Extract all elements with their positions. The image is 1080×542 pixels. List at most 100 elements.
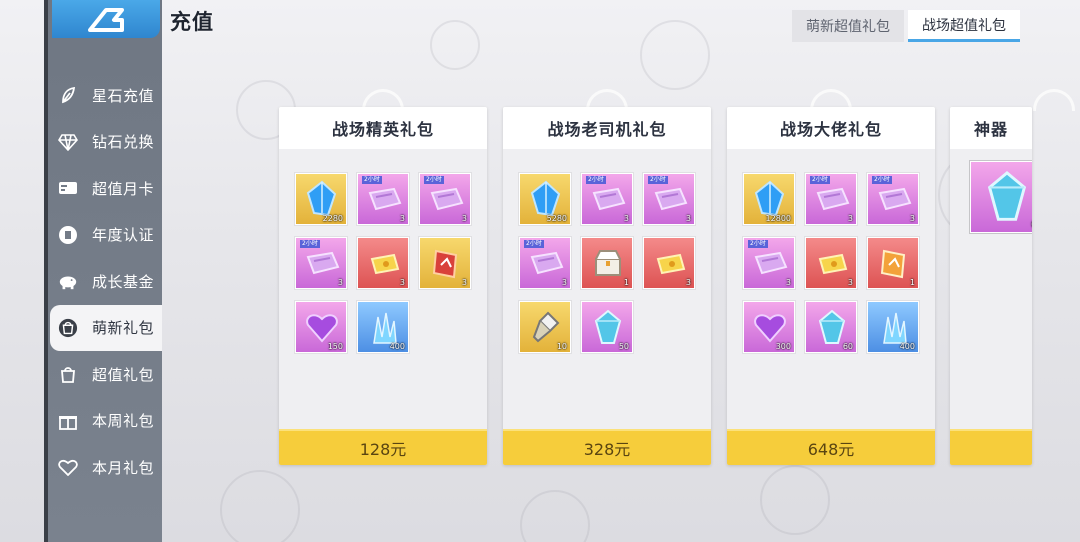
pack-items: 12806 [950, 149, 1032, 429]
item-quantity: 1 [623, 278, 629, 287]
item-quantity: 3 [685, 278, 691, 287]
back-button[interactable] [52, 0, 160, 38]
sidebar-item-growth-fund[interactable]: 成长基金 [50, 258, 162, 305]
sidebar-item-annual-cert[interactable]: 年度认证 [50, 212, 162, 259]
pack-items: 2280 2小时 3 2小时 3 2小时 3 3 3 150 400 [279, 149, 487, 429]
reward-item[interactable]: 1 [581, 237, 633, 289]
sidebar-nav: 星石充值 钻石兑换 超值月卡 年度认证 成长基金 萌新礼包 超值礼包 本周礼包 … [50, 72, 162, 491]
item-quantity: 400 [899, 342, 915, 351]
reward-item[interactable]: 60 [805, 301, 857, 353]
item-quantity: 60 [842, 342, 853, 351]
pack-tabs: 萌新超值礼包 战场超值礼包 [792, 10, 1020, 42]
sidebar-item-diamond-exchange[interactable]: 钻石兑换 [50, 119, 162, 166]
item-quantity: 10 [556, 342, 567, 351]
tab-battlefield-value-pack[interactable]: 战场超值礼包 [908, 10, 1020, 42]
badge-icon [58, 225, 78, 245]
pack-title: 战场精英礼包 [279, 107, 487, 149]
reward-item[interactable]: 400 [357, 301, 409, 353]
sidebar-edge [44, 0, 48, 542]
sidebar-item-value-pack[interactable]: 超值礼包 [50, 351, 162, 398]
sidebar-item-newbie-pack[interactable]: 萌新礼包 [50, 304, 162, 351]
heart-icon [58, 457, 78, 477]
item-quantity: 3 [399, 214, 405, 223]
duration-tag: 2小时 [524, 240, 544, 248]
sidebar-item-label: 超值月卡 [92, 179, 155, 198]
sidebar-item-label: 超值礼包 [92, 365, 155, 384]
reward-item[interactable]: 2小时 3 [519, 237, 571, 289]
item-quantity: 3 [685, 214, 691, 223]
card-icon [58, 178, 78, 198]
ticket-icon [364, 179, 404, 223]
reward-item[interactable]: 400 [867, 301, 919, 353]
bag-icon [58, 318, 78, 338]
ticket-icon [812, 179, 852, 223]
piggy-bank-icon [58, 271, 78, 291]
sidebar-item-monthly-pack[interactable]: 本月礼包 [50, 444, 162, 491]
item-quantity: 2280 [322, 214, 343, 223]
reward-item[interactable]: 3 [357, 237, 409, 289]
reward-item[interactable]: 3 [805, 237, 857, 289]
diamond-icon [58, 132, 78, 152]
sidebar-item-label: 萌新礼包 [92, 319, 155, 338]
sidebar-item-weekly-pack[interactable]: 本周礼包 [50, 398, 162, 445]
buy-button[interactable]: 328元 [503, 429, 711, 465]
duration-tag: 2小时 [424, 176, 444, 184]
reward-item[interactable]: 2小时 3 [743, 237, 795, 289]
item-quantity: 3 [399, 278, 405, 287]
item-quantity: 300 [775, 342, 791, 351]
reward-item[interactable]: 150 [295, 301, 347, 353]
reward-item[interactable]: 2280 [295, 173, 347, 225]
duration-tag: 2小时 [586, 176, 606, 184]
tab-newbie-value-pack[interactable]: 萌新超值礼包 [792, 10, 904, 42]
pack-card: 战场精英礼包 2280 2小时 3 2小时 3 2小时 3 3 3 150 400 128元 [279, 107, 487, 465]
reward-item[interactable]: 6 [970, 161, 1032, 233]
sidebar-item-star-stone[interactable]: 星石充值 [50, 72, 162, 119]
buy-button[interactable] [950, 429, 1032, 465]
reward-item[interactable]: 3 [419, 237, 471, 289]
sidebar-item-label: 成长基金 [92, 272, 155, 291]
duration-tag: 2小时 [648, 176, 668, 184]
reward-item[interactable]: 2小时 3 [295, 237, 347, 289]
reward-item[interactable]: 50 [581, 301, 633, 353]
item-quantity: 3 [785, 278, 791, 287]
pack-title: 战场老司机礼包 [503, 107, 711, 149]
reward-item[interactable]: 12800 [743, 173, 795, 225]
gold-card-icon [364, 243, 404, 287]
sidebar-item-label: 本周礼包 [92, 412, 155, 431]
item-quantity: 50 [618, 342, 629, 351]
reward-item[interactable]: 2小时 3 [805, 173, 857, 225]
item-quantity: 150 [327, 342, 343, 351]
reward-item[interactable]: 5280 [519, 173, 571, 225]
reward-item[interactable]: 300 [743, 301, 795, 353]
reward-item[interactable]: 2小时 3 [867, 173, 919, 225]
pack-card: 战场老司机礼包 5280 2小时 3 2小时 3 2小时 3 1 3 10 50 328元 [503, 107, 711, 465]
pack-card: 战场大佬礼包 12800 2小时 3 2小时 3 2小时 3 3 1 300 60 400 648元 [727, 107, 935, 465]
duration-tag: 2小时 [300, 240, 320, 248]
duration-tag: 2小时 [748, 240, 768, 248]
reward-item[interactable]: 10 [519, 301, 571, 353]
buy-button[interactable]: 648元 [727, 429, 935, 465]
reward-item[interactable]: 2小时 3 [643, 173, 695, 225]
item-quantity: 6 [1031, 218, 1032, 231]
reward-item[interactable]: 3 [643, 237, 695, 289]
buy-button[interactable]: 128元 [279, 429, 487, 465]
item-quantity: 3 [461, 214, 467, 223]
item-quantity: 12800 [765, 214, 791, 223]
reward-item[interactable]: 1 [867, 237, 919, 289]
ticket-icon [588, 179, 628, 223]
reward-item[interactable]: 2小时 3 [419, 173, 471, 225]
item-quantity: 3 [461, 278, 467, 287]
card-hanger [1033, 89, 1075, 111]
duration-tag: 2小时 [362, 176, 382, 184]
reward-item[interactable]: 2小时 3 [357, 173, 409, 225]
game-screen: 充值 星石充值 钻石兑换 超值月卡 年度认证 成长基金 萌新礼包 超值礼包 本周… [0, 0, 1080, 542]
reward-item[interactable]: 2小时 3 [581, 173, 633, 225]
ticket-icon [426, 179, 466, 223]
ticket-icon [874, 179, 914, 223]
sidebar-item-monthly-card[interactable]: 超值月卡 [50, 165, 162, 212]
background-doodle [220, 470, 300, 542]
ticket-icon [302, 243, 342, 287]
page-title: 充值 [170, 10, 214, 34]
pack-title: 战场大佬礼包 [727, 107, 935, 149]
duration-tag: 2小时 [810, 176, 830, 184]
